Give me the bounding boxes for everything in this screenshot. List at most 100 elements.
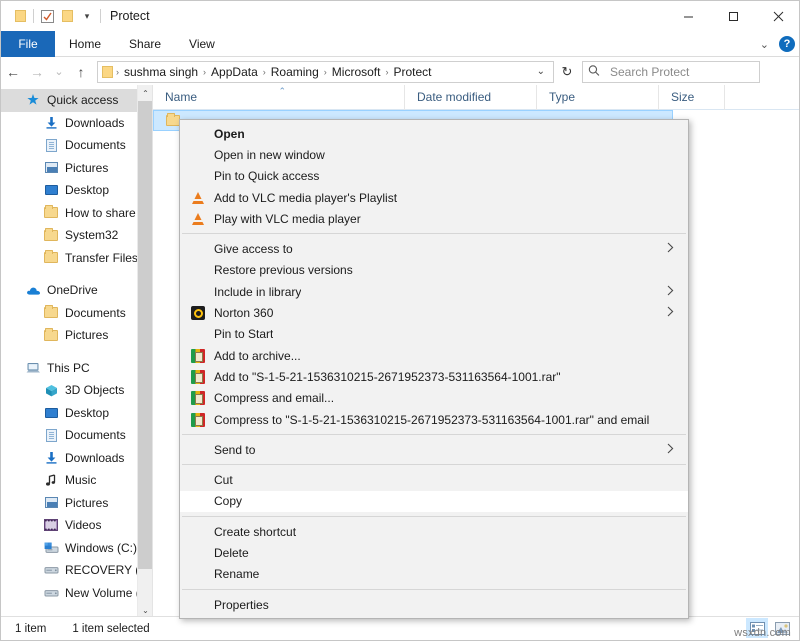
drive-icon [43, 562, 59, 578]
desktop-icon [43, 182, 59, 198]
menu-item-create-shortcut[interactable]: Create shortcut [180, 521, 688, 542]
sidebar-item-music[interactable]: Music [1, 469, 152, 492]
menu-item-open[interactable]: Open [180, 123, 688, 144]
menu-item-restore-previous-versions[interactable]: Restore previous versions [180, 260, 688, 281]
menu-item-add-to-archive[interactable]: Add to archive... [180, 345, 688, 366]
menu-item-rename[interactable]: Rename [180, 564, 688, 585]
address-bar: ← → ⌄ ↑ › sushma singh › AppData › Roami… [1, 58, 799, 85]
sidebar-item-3d-objects[interactable]: 3D Objects [1, 379, 152, 402]
sidebar-item-how-to-share-yo[interactable]: How to share yo [1, 202, 152, 225]
context-menu[interactable]: Open Open in new window Pin to Quick acces… [179, 119, 689, 620]
column-header-name[interactable]: Name ⌃ [153, 84, 405, 110]
column-header-size[interactable]: Size [659, 84, 725, 110]
sort-ascending-icon: ⌃ [278, 85, 287, 96]
sidebar-item-videos[interactable]: Videos [1, 514, 152, 537]
menu-item-pin-to-start[interactable]: Pin to Start [180, 324, 688, 345]
breadcrumb-dropdown-icon[interactable]: ⌄ [531, 66, 551, 77]
folder-icon [43, 327, 59, 343]
column-header-type[interactable]: Type [537, 84, 659, 110]
sidebar-item-onedrive[interactable]: OneDrive [1, 279, 152, 302]
sidebar-item-desktop[interactable]: Desktop [1, 179, 152, 202]
sidebar-item-windows-c[interactable]: Windows (C:) [1, 537, 152, 560]
sidebar-item-label: Documents [65, 428, 126, 443]
qat-customize-dropdown-icon[interactable]: ▾ [77, 6, 97, 26]
breadcrumb-item-4[interactable]: Protect [389, 64, 435, 80]
qat-folder-icon[interactable] [10, 6, 30, 26]
drive-icon [43, 585, 59, 601]
menu-item-compress-and-email[interactable]: Compress and email... [180, 388, 688, 409]
watermark: wsxdn.com [734, 627, 791, 639]
menu-item-open-in-new-window[interactable]: Open in new window [180, 144, 688, 165]
sidebar-item-documents[interactable]: Documents [1, 424, 152, 447]
menu-item-pin-to-quick-access[interactable]: Pin to Quick access [180, 166, 688, 187]
breadcrumb-item-3[interactable]: Microsoft [328, 64, 385, 80]
scrollbar-thumb[interactable] [138, 101, 152, 569]
sidebar-item-pictures[interactable]: Pictures [1, 492, 152, 515]
sidebar-item-new-volume-e[interactable]: New Volume (E:) [1, 582, 152, 605]
breadcrumb[interactable]: › sushma singh › AppData › Roaming › Mic… [97, 60, 554, 83]
sidebar-item-documents[interactable]: Documents [1, 302, 152, 325]
menu-item-send-to[interactable]: Send to [180, 439, 688, 460]
sidebar-item-label: Desktop [65, 405, 110, 420]
menu-blank-icon [190, 597, 206, 613]
sidebar-item-this-pc[interactable]: This PC [1, 357, 152, 380]
menu-item-compress-to-s-1-5-21-1536310215-26719523[interactable]: Compress to "S-1-5-21-1536310215-2671952… [180, 409, 688, 430]
winrar-icon [190, 369, 206, 385]
quick-access-toolbar: ▾ [1, 6, 104, 26]
breadcrumb-item-0[interactable]: sushma singh [120, 64, 202, 80]
menu-item-give-access-to[interactable]: Give access to [180, 238, 688, 259]
tab-view[interactable]: View [175, 31, 229, 57]
sidebar-item-desktop[interactable]: Desktop [1, 402, 152, 425]
tab-share[interactable]: Share [115, 31, 175, 57]
cloud-icon [25, 282, 41, 298]
menu-item-properties[interactable]: Properties [180, 594, 688, 615]
winrar-icon [190, 412, 206, 428]
menu-blank-icon [190, 545, 206, 561]
menu-item-include-in-library[interactable]: Include in library [180, 281, 688, 302]
sidebar-item-recovery-d[interactable]: RECOVERY (D:) [1, 559, 152, 582]
menu-item-add-to-s-1-5-21-1536310215-2671952373-53[interactable]: Add to "S-1-5-21-1536310215-2671952373-5… [180, 366, 688, 387]
menu-item-add-to-vlc-media-player-s-playlist[interactable]: Add to VLC media player's Playlist [180, 187, 688, 208]
scroll-up-arrow-icon[interactable]: ⌃ [138, 85, 152, 101]
folder-icon [43, 227, 59, 243]
qat-properties-icon[interactable] [37, 6, 57, 26]
forward-button[interactable]: → [25, 60, 49, 84]
up-button[interactable]: ↑ [69, 60, 93, 84]
search-input[interactable] [608, 63, 753, 80]
close-button[interactable] [756, 1, 799, 31]
navigation-scrollbar[interactable]: ⌃ ⌄ [137, 85, 152, 618]
help-icon[interactable]: ? [779, 36, 795, 52]
sidebar-item-transfer-files-fro[interactable]: Transfer Files fro [1, 247, 152, 270]
minimize-button[interactable] [666, 1, 711, 31]
sidebar-item-system32[interactable]: System32 [1, 224, 152, 247]
tab-home[interactable]: Home [55, 31, 115, 57]
recent-locations-button[interactable]: ⌄ [49, 60, 69, 84]
sidebar-item-documents[interactable]: Documents [1, 134, 152, 157]
column-headers: Name ⌃ Date modified Type Size [153, 84, 799, 110]
menu-item-norton-360[interactable]: Norton 360 [180, 302, 688, 323]
menu-blank-icon [190, 126, 206, 142]
sidebar-item-downloads[interactable]: Downloads [1, 112, 152, 135]
norton-icon [190, 305, 206, 321]
menu-item-cut[interactable]: Cut [180, 469, 688, 490]
sidebar-item-label: 3D Objects [65, 383, 125, 398]
sidebar-item-downloads[interactable]: Downloads [1, 447, 152, 470]
menu-item-play-with-vlc-media-player[interactable]: Play with VLC media player [180, 208, 688, 229]
search-box[interactable] [582, 60, 760, 83]
column-header-date-modified[interactable]: Date modified [405, 84, 537, 110]
menu-item-delete[interactable]: Delete [180, 542, 688, 563]
breadcrumb-item-1[interactable]: AppData [207, 64, 262, 80]
maximize-button[interactable] [711, 1, 756, 31]
sidebar-item-pictures[interactable]: Pictures [1, 324, 152, 347]
refresh-button[interactable]: ↻ [554, 61, 580, 83]
sidebar-item-pictures[interactable]: Pictures [1, 157, 152, 180]
qat-new-folder-icon[interactable] [57, 6, 77, 26]
menu-item-copy[interactable]: Copy [180, 490, 688, 513]
expand-ribbon-chevron-icon[interactable]: ⌄ [760, 38, 769, 51]
breadcrumb-item-2[interactable]: Roaming [267, 64, 323, 80]
sidebar-item-quick-access[interactable]: Quick access [1, 89, 152, 112]
menu-item-label: Create shortcut [214, 524, 297, 539]
back-button[interactable]: ← [1, 60, 25, 84]
tab-file[interactable]: File [1, 31, 55, 57]
sidebar-item-label: RECOVERY (D:) [65, 563, 148, 578]
